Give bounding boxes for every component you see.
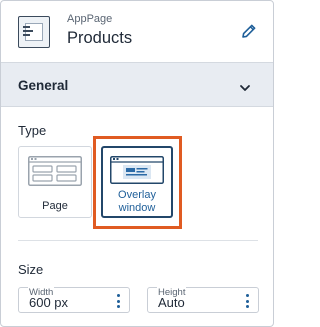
height-field[interactable]: Height Auto bbox=[147, 287, 259, 313]
panel-header: AppPage Products bbox=[1, 1, 273, 61]
general-section-toggle[interactable]: General bbox=[1, 62, 273, 107]
type-label: Type bbox=[18, 123, 47, 138]
pencil-icon[interactable] bbox=[241, 23, 257, 39]
page-type-label: AppPage bbox=[67, 13, 113, 25]
type-option-label: Overlay window bbox=[118, 189, 156, 214]
kebab-menu-icon[interactable] bbox=[244, 293, 250, 309]
page-layout-icon bbox=[28, 156, 82, 191]
page-title: Products bbox=[67, 29, 133, 47]
section-title: General bbox=[18, 78, 69, 93]
size-label: Size bbox=[18, 262, 44, 277]
overlay-window-icon bbox=[110, 156, 164, 189]
type-option-overlay-window[interactable]: Overlay window bbox=[101, 146, 173, 218]
type-option-label: Page bbox=[42, 200, 68, 212]
properties-panel: AppPage Products General Type Page Overl… bbox=[0, 0, 274, 327]
width-value[interactable]: 600 px bbox=[29, 295, 68, 310]
type-option-page[interactable]: Page bbox=[18, 146, 92, 218]
height-value[interactable]: Auto bbox=[158, 295, 185, 310]
width-field[interactable]: Width 600 px bbox=[18, 287, 130, 313]
divider bbox=[18, 240, 258, 241]
chevron-down-icon bbox=[239, 80, 251, 91]
page-document-icon bbox=[18, 16, 50, 48]
kebab-menu-icon[interactable] bbox=[115, 293, 121, 309]
